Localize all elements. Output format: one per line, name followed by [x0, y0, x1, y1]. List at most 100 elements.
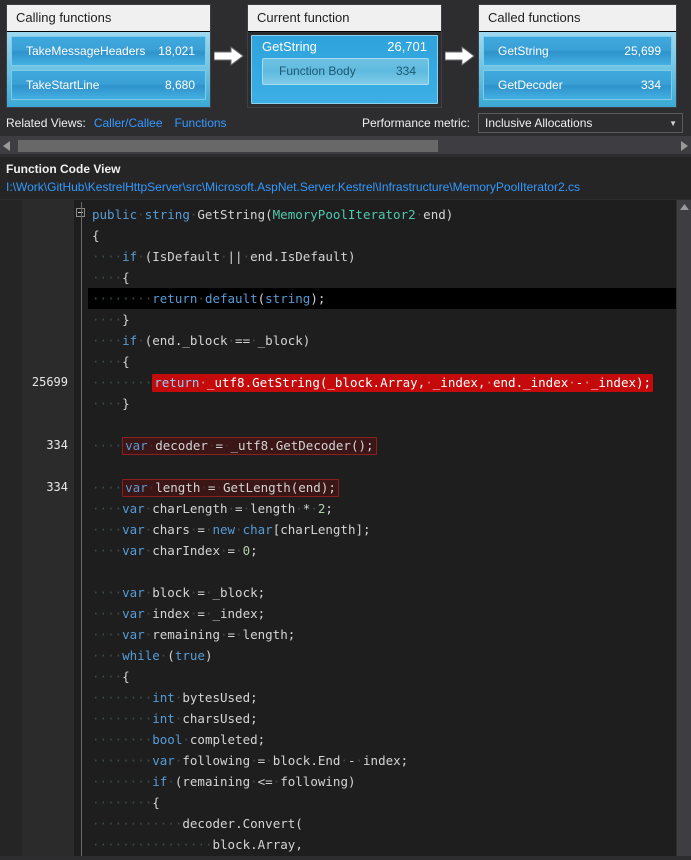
related-views-bar: Related Views: Caller/Callee Functions P… [0, 110, 691, 136]
metric-gutter-value [22, 834, 74, 855]
metric-gutter-value [22, 561, 74, 582]
code-line[interactable]: ········{ [88, 792, 691, 813]
function-body-label: Function Body [279, 64, 356, 78]
metric-gutter-value [22, 729, 74, 750]
function-value: 18,021 [158, 43, 195, 58]
page-title: Function Code View [6, 162, 121, 176]
calling-function-item[interactable]: TakeStartLine 8,680 [11, 70, 206, 100]
function-name: GetDecoder [498, 77, 563, 92]
metric-gutter-value [22, 624, 74, 645]
code-line[interactable]: ····{ [88, 351, 691, 372]
caller-callee-strip: Calling functions TakeMessageHeaders 18,… [0, 0, 691, 110]
code-line[interactable]: ····var·index·=·_index; [88, 603, 691, 624]
metric-gutter-value [22, 351, 74, 372]
triangle-right-icon[interactable] [677, 140, 691, 151]
performance-metric-dropdown[interactable]: Inclusive Allocations ▼ [478, 113, 683, 133]
vertical-scrollbar[interactable] [677, 200, 691, 856]
called-function-item[interactable]: GetString 25,699 [483, 36, 672, 66]
code-line[interactable] [88, 561, 691, 582]
code-line[interactable]: ····var·chars·=·new·char[charLength]; [88, 519, 691, 540]
function-value: 26,701 [387, 39, 427, 54]
called-function-item[interactable]: GetDecoder 334 [483, 70, 672, 100]
function-name: GetString [498, 43, 549, 58]
code-line[interactable]: ················index, [88, 855, 691, 856]
code-line[interactable]: ········int·charsUsed; [88, 708, 691, 729]
code-line[interactable]: ····var·charIndex·=·0; [88, 540, 691, 561]
function-name: TakeMessageHeaders [26, 43, 146, 58]
metric-gutter-value: 25699 [31, 375, 68, 389]
metric-gutter-value [22, 645, 74, 666]
code-line[interactable]: ················block.Array, [88, 834, 691, 855]
code-line[interactable] [88, 456, 691, 477]
code-editor: 25699334334334 public·string·GetString(M… [0, 199, 691, 856]
related-view-link-functions[interactable]: Functions [175, 116, 227, 130]
triangle-up-icon[interactable] [677, 200, 691, 215]
code-line[interactable]: public·string·GetString(MemoryPoolIterat… [88, 204, 691, 225]
code-line[interactable]: ····if·(end._block·==·_block) [88, 330, 691, 351]
chevron-down-icon: ▼ [669, 118, 677, 128]
metric-gutter-value [22, 666, 74, 687]
code-line[interactable]: ····{ [88, 267, 691, 288]
horizontal-scrollbar-thumb[interactable] [18, 139, 438, 152]
calling-function-item[interactable]: TakeMessageHeaders 18,021 [11, 36, 206, 66]
code-line[interactable]: ····} [88, 393, 691, 414]
function-code-view-header: Function Code View I:\Work\GitHub\Kestre… [0, 157, 691, 199]
metric-gutter-value [22, 582, 74, 603]
metric-gutter-value [22, 330, 74, 351]
function-body-node[interactable]: Function Body 334 [262, 58, 429, 85]
code-line[interactable]: ····var·remaining·=·length; [88, 624, 691, 645]
code-line[interactable] [88, 414, 691, 435]
code-line[interactable]: ····while·(true) [88, 645, 691, 666]
metric-gutter-value [22, 540, 74, 561]
code-line[interactable]: ········ return·_utf8.GetString(_block.Ar… [88, 372, 691, 393]
metric-gutter-value [22, 813, 74, 834]
metric-gutter-value [22, 708, 74, 729]
metric-gutter-value [22, 519, 74, 540]
function-body-value: 334 [395, 64, 416, 78]
code-line[interactable]: ········if·(remaining·<=·following) [88, 771, 691, 792]
performance-metric-value: Inclusive Allocations [485, 116, 593, 130]
code-line[interactable]: ····if·(IsDefault·||·end.IsDefault) [88, 246, 691, 267]
called-functions-caption: Called functions [479, 5, 676, 32]
source-file-path-link[interactable]: I:\Work\GitHub\KestrelHttpServer\src\Mic… [6, 180, 685, 194]
current-function-header: GetString 26,701 [256, 38, 433, 56]
function-name: TakeStartLine [26, 77, 100, 92]
code-text-surface[interactable]: public·string·GetString(MemoryPoolIterat… [88, 200, 691, 856]
code-line[interactable]: ····} [88, 309, 691, 330]
metric-gutter-value: 334 [46, 480, 68, 494]
warm-line-highlight: var·length·=·GetLength(end); [122, 479, 339, 497]
code-structure-guide [81, 202, 82, 856]
metric-gutter-value [22, 393, 74, 414]
current-function-caption: Current function [248, 5, 441, 32]
calling-functions-caption: Calling functions [7, 5, 210, 32]
metric-gutter-value [22, 792, 74, 813]
metric-gutter-value [22, 267, 74, 288]
code-line[interactable]: ···· var·decoder·=·_utf8.GetDecoder(); [88, 435, 691, 456]
horizontal-scrollbar-track[interactable] [14, 137, 677, 155]
called-functions-list: GetString 25,699 GetDecoder 334 [479, 32, 676, 107]
code-line[interactable]: ········bool·completed; [88, 729, 691, 750]
code-line[interactable]: ····{ [88, 666, 691, 687]
calling-functions-list: TakeMessageHeaders 18,021 TakeStartLine … [7, 32, 210, 107]
current-function-panel: Current function GetString 26,701 Functi… [247, 4, 442, 108]
code-line[interactable]: ········var·following·=·block.End·-·inde… [88, 750, 691, 771]
code-line[interactable]: ···· var·length·=·GetLength(end); [88, 477, 691, 498]
function-name: GetString [262, 39, 317, 54]
code-line[interactable]: ····var·charLength·=·length·*·2; [88, 498, 691, 519]
called-functions-panel: Called functions GetString 25,699 GetDec… [478, 4, 677, 108]
metric-gutter-value [22, 204, 74, 225]
editor-left-margin [0, 200, 22, 856]
performance-metric-label: Performance metric: [361, 116, 470, 130]
code-line[interactable]: ········return·default(string); [88, 288, 691, 309]
code-fold-gutter[interactable] [74, 200, 88, 856]
metric-gutter-value [22, 456, 74, 477]
code-line[interactable]: { [88, 225, 691, 246]
triangle-left-icon[interactable] [0, 140, 14, 151]
current-function-node[interactable]: GetString 26,701 Function Body 334 [251, 35, 438, 104]
arrow-right-icon [442, 4, 478, 108]
related-view-link-caller-callee[interactable]: Caller/Callee [94, 116, 163, 130]
code-line[interactable]: ············decoder.Convert( [88, 813, 691, 834]
code-line[interactable]: ····var·block·=·_block; [88, 582, 691, 603]
code-line[interactable]: ········int·bytesUsed; [88, 687, 691, 708]
horizontal-scrollbar[interactable] [0, 136, 691, 154]
